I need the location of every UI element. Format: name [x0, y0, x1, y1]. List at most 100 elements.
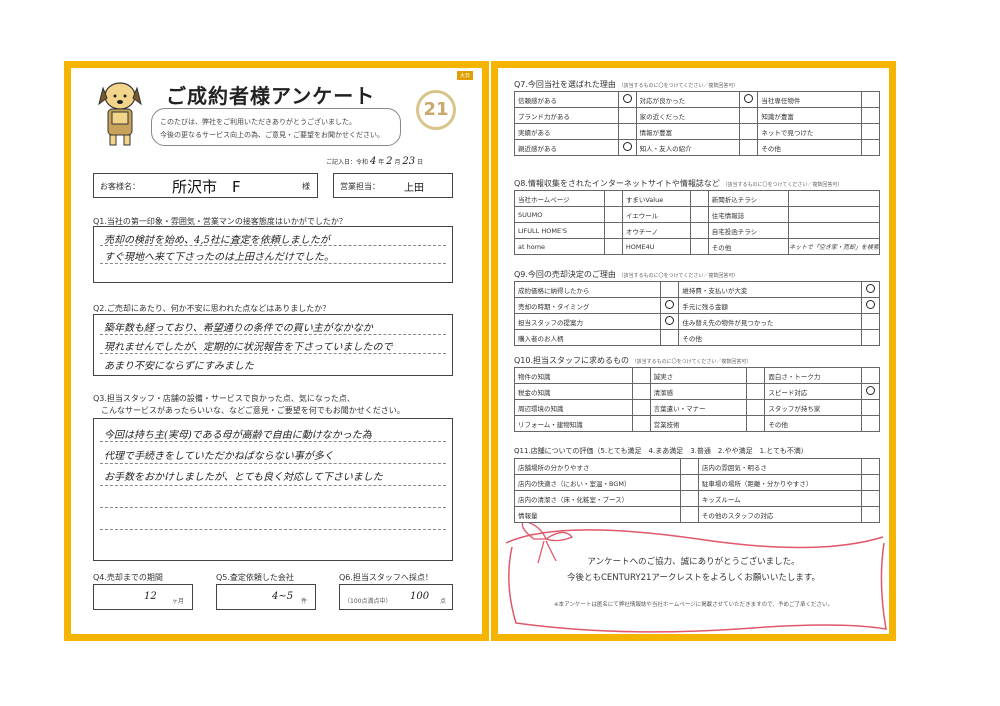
q7-option-mark[interactable] [861, 107, 880, 124]
q8-option-mark[interactable] [689, 222, 709, 239]
q10-option-mark[interactable] [746, 415, 766, 432]
q11-option-mark[interactable] [861, 506, 880, 523]
q7-option-mark[interactable] [739, 139, 759, 156]
q8-option-mark[interactable] [689, 206, 709, 223]
q9-option-mark[interactable] [861, 329, 880, 346]
q7-option-mark[interactable] [861, 123, 880, 140]
q8-option-mark[interactable] [603, 190, 623, 207]
q10-option-label: 税金の知識 [514, 383, 633, 400]
q8-row: LIFULL HOME'S オウチーノ 自宅投函チラシ [514, 222, 881, 239]
q10-option-label: スピード対応 [764, 383, 862, 400]
q10-option-label: 面白さ・トーク力 [764, 367, 862, 384]
q11-option-mark[interactable] [861, 458, 880, 475]
date-month-unit: 月 [394, 159, 401, 166]
q5-box: 4~5 件 [216, 584, 316, 610]
q8-option-mark[interactable] [603, 222, 623, 239]
circle-mark-icon [866, 300, 875, 309]
q11-option-mark[interactable] [679, 506, 699, 523]
q7-option-mark[interactable] [617, 107, 637, 124]
q8-label: Q8.情報収集をされたインターネットサイトや情報誌など （該当するものに〇をつけ… [514, 178, 842, 189]
q10-option-mark[interactable] [631, 415, 651, 432]
q10-option-label: 営業技術 [649, 415, 748, 432]
q10-option-label: 誠実さ [649, 367, 748, 384]
q8-option-label: イエウール [621, 206, 691, 223]
q8-option-label: SUUMO [514, 206, 605, 223]
q7-option-label: 知人・友人の紹介 [635, 139, 741, 156]
q10-option-mark[interactable] [746, 383, 766, 400]
q8-option-mark[interactable]: ネットで「空き家・売却」を検索 [787, 238, 881, 255]
staff-value: 上田 [404, 183, 424, 194]
q9-option-mark[interactable] [660, 281, 680, 298]
q8-option-mark[interactable] [787, 190, 881, 207]
q8-option-mark[interactable] [603, 206, 623, 223]
q9-hint: （該当するものに〇をつけてください／複数回答可） [618, 273, 739, 279]
circle-mark-icon [866, 284, 875, 293]
intro-line-2: 今後の更なるサービス向上の為、ご意見・ご要望をお聞かせください。 [160, 131, 384, 139]
q8-option-mark[interactable] [689, 238, 709, 255]
q10-option-mark[interactable] [861, 399, 880, 416]
q9-option-label: 住み替え先の物件が見つかった [678, 313, 862, 330]
customer-honorific: 様 [302, 182, 310, 191]
q9-option-mark[interactable] [660, 297, 680, 314]
date-line: ご記入日：令和 4 年 2 月 23 日 [326, 156, 423, 167]
q10-table: 物件の知識 誠実さ 面白さ・トーク力 税金の知識 清潔感 スピード対応 周辺環境の知識 言葉遣… [514, 367, 880, 432]
q9-label: Q9.今回の売却決定のご理由 （該当するものに〇をつけてください／複数回答可） [514, 269, 738, 280]
q10-option-mark[interactable] [861, 383, 880, 400]
date-year-unit: 年 [378, 159, 385, 166]
q10-label-text: Q10.担当スタッフに求めるもの [514, 356, 630, 365]
thanks-line-2: 今後ともCENTURY21アークレストをよろしくお願いいたします。 [566, 573, 821, 583]
q7-option-mark[interactable] [739, 123, 759, 140]
q7-option-mark[interactable] [617, 91, 637, 108]
q2-answer-line-1: 築年数も経っており、希望通りの条件での買い主がなかなか [104, 323, 373, 334]
q11-option-label: その他のスタッフの対応 [697, 506, 863, 523]
thanks-line-1: アンケートへのご協力、誠にありがとうございました。 [587, 557, 800, 567]
survey-right-page: Q7.今回当社を選ばれた理由 （該当するものに〇をつけてください／複数回答可） … [491, 61, 896, 641]
q9-option-mark[interactable] [660, 313, 680, 330]
q10-option-mark[interactable] [631, 383, 651, 400]
q10-option-mark[interactable] [861, 367, 880, 384]
q10-option-mark[interactable] [861, 415, 880, 432]
q8-option-label: 新聞折込チラシ [707, 190, 789, 207]
q7-table: 信頼感がある 対応が良かった 当社専任物件 ブランド力がある 家の近くだった 知識が豊富実… [514, 91, 880, 156]
q9-option-label: その他 [678, 329, 862, 346]
q9-option-label: 購入者のお人柄 [513, 329, 662, 346]
q9-option-mark[interactable] [861, 281, 880, 298]
q10-option-mark[interactable] [631, 399, 651, 416]
q8-option-label: HOME4U [621, 238, 691, 255]
q11-option-label: 店内の清潔さ（床・化粧室・ブース） [514, 490, 681, 507]
q10-option-mark[interactable] [746, 367, 766, 384]
q8-option-mark[interactable] [787, 206, 881, 223]
q8-row: at home HOME4U その他 ネットで「空き家・売却」を検索 [514, 238, 881, 255]
q9-option-mark[interactable] [861, 313, 880, 330]
q10-option-mark[interactable] [746, 399, 766, 416]
q7-option-mark[interactable] [739, 91, 759, 108]
q11-option-mark[interactable] [861, 474, 880, 491]
q10-option-mark[interactable] [631, 367, 651, 384]
q11-option-mark[interactable] [679, 490, 699, 507]
q7-option-mark[interactable] [617, 139, 637, 156]
survey-left-page: ご成約者様アンケート このたびは、弊社をご利用いただきありがとうございました。 … [64, 61, 489, 641]
q8-option-label: その他 [707, 238, 789, 255]
q7-label: Q7.今回当社を選ばれた理由 （該当するものに〇をつけてください／複数回答可） [514, 79, 738, 90]
q11-option-mark[interactable] [679, 458, 699, 475]
q11-option-mark[interactable] [679, 474, 699, 491]
q2-answer-line-3: あまり不安にならずにすみました [104, 361, 254, 372]
q6-box: （100点満点中） 100 点 [339, 584, 453, 610]
q10-option-label: スタッフが持ち家 [764, 399, 862, 416]
q9-option-mark[interactable] [660, 329, 680, 346]
q7-option-mark[interactable] [739, 107, 759, 124]
q8-option-mark[interactable] [603, 238, 623, 255]
q11-option-label: 店舗場所の分かりやすさ [514, 458, 681, 475]
q10-row: リフォーム・建物知識 営業技術 その他 [514, 415, 880, 432]
intro-speech-bubble: このたびは、弊社をご利用いただきありがとうございました。 今後の更なるサービス向… [151, 108, 401, 146]
q4-box: 12 ヶ月 [93, 584, 193, 610]
q6-value: 100 [410, 591, 430, 602]
q7-option-mark[interactable] [861, 91, 880, 108]
q8-option-mark[interactable] [689, 190, 709, 207]
q7-option-mark[interactable] [861, 139, 880, 156]
q9-option-mark[interactable] [861, 297, 880, 314]
q11-option-mark[interactable] [861, 490, 880, 507]
q8-option-mark[interactable] [787, 222, 881, 239]
q7-option-mark[interactable] [617, 123, 637, 140]
q7-hint: （該当するものに〇をつけてください／複数回答可） [618, 83, 739, 89]
